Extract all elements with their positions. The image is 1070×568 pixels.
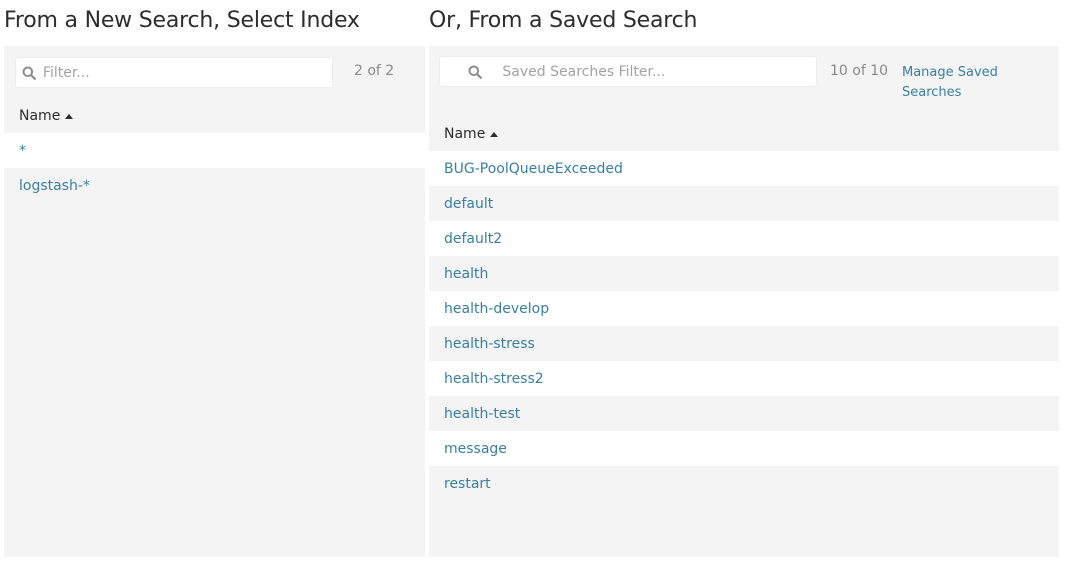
index-pattern-item[interactable]: logstash-*: [4, 168, 425, 203]
column-header-label: Name: [444, 126, 486, 142]
saved-search-filter-box[interactable]: [439, 56, 817, 87]
saved-search-item-label: default: [444, 195, 494, 212]
saved-search-item-label: health-test: [444, 405, 521, 422]
index-pattern-item-label: logstash-*: [19, 177, 90, 194]
index-pattern-item-label: *: [19, 142, 26, 159]
search-icon: [22, 66, 37, 80]
saved-search-item[interactable]: BUG-PoolQueueExceeded: [429, 151, 1059, 186]
search-icon: [468, 65, 483, 79]
column-header-label: Name: [19, 108, 61, 124]
index-pattern-list: * logstash-*: [4, 133, 425, 203]
index-panel: 2 of 2 Name * logstash-*: [4, 46, 425, 557]
saved-search-item[interactable]: health-develop: [429, 291, 1059, 326]
saved-search-panel: 10 of 10 Manage Saved Searches Name BUG-…: [429, 46, 1059, 557]
saved-search-list: BUG-PoolQueueExceeded default default2 heal…: [429, 151, 1059, 501]
index-filter-input[interactable]: [42, 64, 332, 81]
saved-search-item[interactable]: health-stress: [429, 326, 1059, 361]
saved-search-result-count: 10 of 10: [830, 63, 889, 79]
saved-search-item-label: restart: [444, 475, 491, 492]
saved-search-item-label: message: [444, 440, 507, 457]
caret-up-icon: [65, 114, 74, 119]
saved-search-item[interactable]: health: [429, 256, 1059, 291]
saved-search-filter-input[interactable]: [502, 63, 816, 80]
manage-saved-searches-link[interactable]: Manage Saved Searches: [902, 63, 1022, 103]
saved-search-item[interactable]: health-test: [429, 396, 1059, 431]
saved-search-item-label: health-stress: [444, 335, 535, 352]
saved-search-item[interactable]: default2: [429, 221, 1059, 256]
saved-search-item-label: health-stress2: [444, 370, 544, 387]
saved-search-item-label: health: [444, 265, 489, 282]
index-section-heading: From a New Search, Select Index: [4, 8, 360, 33]
saved-search-item-label: default2: [444, 230, 503, 247]
index-result-count: 2 of 2: [354, 63, 395, 79]
index-filter-box[interactable]: [15, 57, 333, 88]
saved-search-name-column-header[interactable]: Name: [444, 126, 499, 142]
saved-search-item[interactable]: message: [429, 431, 1059, 466]
caret-up-icon: [490, 132, 499, 137]
saved-search-item[interactable]: health-stress2: [429, 361, 1059, 396]
saved-search-item-label: health-develop: [444, 300, 550, 317]
saved-search-item-label: BUG-PoolQueueExceeded: [444, 160, 623, 177]
saved-search-item[interactable]: restart: [429, 466, 1059, 501]
saved-search-item[interactable]: default: [429, 186, 1059, 221]
saved-search-section-heading: Or, From a Saved Search: [429, 8, 698, 33]
index-pattern-item[interactable]: *: [4, 133, 425, 168]
index-name-column-header[interactable]: Name: [19, 108, 74, 124]
